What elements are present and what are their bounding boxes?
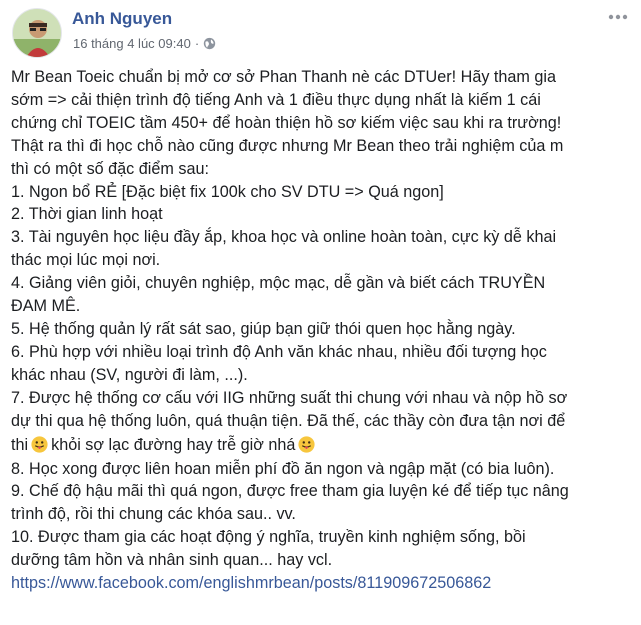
post-line: thì có một số đặc điểm sau:	[11, 159, 209, 178]
post-line: Mr Bean Toeic chuẩn bị mở cơ sở Phan Tha…	[11, 68, 556, 86]
post-line: 8. Học xong được liên hoan miễn phí đồ ă…	[11, 459, 555, 478]
tongue-out-emoji-icon	[31, 435, 48, 453]
post-link[interactable]: https://www.facebook.com/englishmrbean/p…	[11, 574, 491, 592]
post-timestamp[interactable]: 16 tháng 4 lúc 09:40	[73, 36, 191, 51]
post-line: 1. Ngon bổ RẺ [Đặc biệt fix 100k cho SV …	[11, 182, 444, 201]
post-line: 9. Chế độ hậu mãi thì quá ngon, được fre…	[11, 482, 569, 501]
post-meta: 16 tháng 4 lúc 09:40 ·	[73, 36, 216, 51]
post-line-text: khỏi sợ lạc đường hay trễ giờ nhá	[51, 435, 296, 454]
post-body: Mr Bean Toeic chuẩn bị mở cơ sở Phan Tha…	[11, 66, 631, 595]
post-line: ĐAM MÊ.	[11, 297, 81, 316]
post-line: dự thi qua hệ thống luôn, quá thuận tiện…	[11, 411, 566, 430]
more-options-icon	[608, 14, 628, 20]
post-line: 4. Giảng viên giỏi, chuyên nghiệp, mộc m…	[11, 274, 546, 293]
author-name[interactable]: Anh Nguyen	[72, 9, 172, 29]
post-link-line: https://www.facebook.com/englishmrbean/p…	[11, 572, 631, 595]
author-avatar[interactable]	[12, 8, 62, 58]
post-line: trình độ, rồi thi chung các khóa sau.. v…	[11, 505, 296, 524]
post-line: 3. Tài nguyên học liệu đầy ắp, khoa học …	[11, 228, 557, 247]
meta-separator: ·	[194, 36, 200, 51]
post-line: thác mọi lúc mọi nơi.	[11, 251, 161, 270]
post-line: sớm => cải thiện trình độ tiếng Anh và 1…	[11, 90, 541, 109]
post-line: chứng chỉ TOEIC tầm 450+ để hoàn thiện h…	[11, 113, 562, 132]
post-line: 10. Được tham gia các hoạt động ý nghĩa,…	[11, 528, 526, 547]
post-line: dưỡng tâm hồn và nhân sinh quan... hay v…	[11, 551, 333, 570]
post-line: 5. Hệ thống quản lý rất sát sao, giúp bạ…	[11, 319, 516, 338]
more-options-button[interactable]	[607, 8, 629, 26]
globe-icon[interactable]	[203, 37, 216, 50]
post-header: Anh Nguyen 16 tháng 4 lúc 09:40 ·	[12, 6, 629, 62]
post-line: 6. Phù hợp với nhiều loại trình độ Anh v…	[11, 342, 547, 361]
post-line-with-emoji: thi khỏi sợ lạc đường hay trễ giờ nhá	[11, 433, 631, 458]
post-line: Thật ra thì đi học chỗ nào cũng được như…	[11, 136, 564, 155]
tongue-out-emoji-icon	[298, 435, 315, 453]
post-line: 7. Được hệ thống cơ cấu với IIG những su…	[11, 388, 568, 407]
post-line-text: thi	[11, 435, 29, 454]
post-line: 2. Thời gian linh hoạt	[11, 205, 163, 224]
post-line: khác nhau (SV, người đi làm, ...).	[11, 365, 248, 384]
